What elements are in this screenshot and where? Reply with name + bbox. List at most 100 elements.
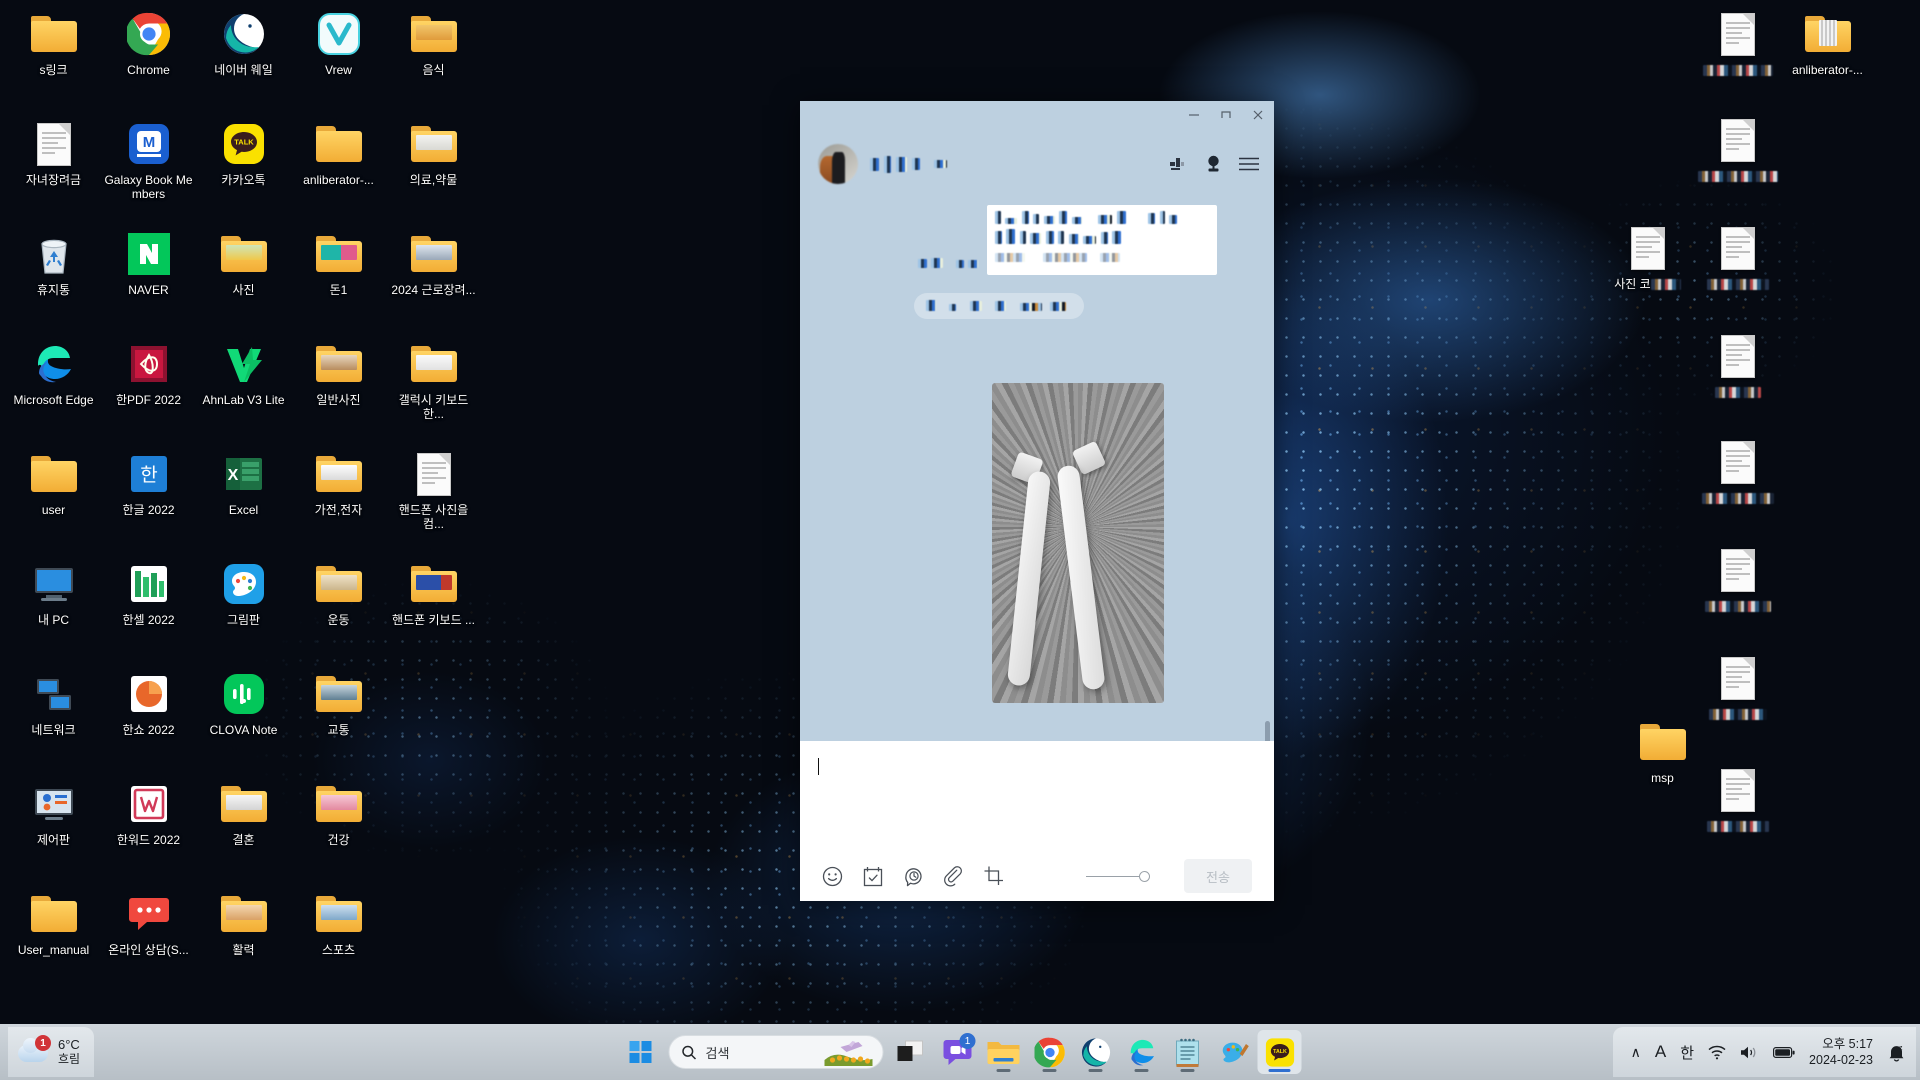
crop-icon[interactable] — [984, 866, 1004, 886]
desktop-icon-핸드폰 사진을 컴...[interactable]: 핸드폰 사진을 컴... — [386, 444, 481, 554]
desktop-icon-활력[interactable]: 활력 — [196, 884, 291, 994]
taskbar-running-indicator — [997, 1069, 1011, 1072]
desktop-icon-redacted-5[interactable] — [1690, 218, 1785, 291]
weather-widget[interactable]: 1 6°C 흐림 — [8, 1027, 94, 1077]
desktop-icon-휴지통[interactable]: 휴지통 — [6, 224, 101, 334]
close-button[interactable] — [1242, 101, 1274, 129]
taskbar-app-chat-teams[interactable]: 1 — [936, 1030, 980, 1074]
taskbar-app-task-view[interactable] — [890, 1030, 934, 1074]
desktop-icon-redacted-7[interactable] — [1690, 326, 1785, 399]
message-composer[interactable]: 전송 — [800, 741, 1274, 901]
desktop-icon-건강[interactable]: 건강 — [291, 774, 386, 884]
taskbar-app-edge[interactable] — [1120, 1030, 1164, 1074]
desktop-icon-가전,전자[interactable]: 가전,전자 — [291, 444, 386, 554]
battery-icon[interactable] — [1773, 1046, 1795, 1059]
taskbar-app-kakaotalk[interactable]: TALK — [1258, 1030, 1302, 1074]
kakaotalk-window[interactable]: ↳ — [800, 101, 1274, 901]
chat-scrollbar[interactable] — [1265, 721, 1270, 741]
desktop-icon-자녀장려금[interactable]: 자녀장려금 — [6, 114, 101, 224]
desktop-icon-교통[interactable]: 교통 — [291, 664, 386, 774]
ime-language-icon[interactable]: 한 — [1680, 1042, 1694, 1063]
notification-bell-icon[interactable]: z — [1887, 1043, 1906, 1062]
message-input[interactable] — [800, 741, 1274, 851]
chat-message-list[interactable]: ↳ — [800, 193, 1274, 741]
desktop-icon-redacted-13[interactable] — [1690, 648, 1785, 721]
desktop-icon-한쇼 2022[interactable]: 한쇼 2022 — [101, 664, 196, 774]
message-image-cables[interactable] — [992, 383, 1164, 703]
clock[interactable]: 오후 5:17 2024-02-23 — [1809, 1036, 1873, 1068]
desktop-icon-제어판[interactable]: 제어판 — [6, 774, 101, 884]
desktop-icon-네이버 웨일[interactable]: 네이버 웨일 — [196, 4, 291, 114]
desktop-icon-redacted-15[interactable] — [1690, 760, 1785, 833]
tray-expand-chevron-icon[interactable]: ∧ — [1631, 1044, 1641, 1061]
avatar[interactable] — [818, 144, 858, 184]
desktop-icon-사진[interactable]: 사진 — [196, 224, 291, 334]
font-size-slider[interactable] — [1086, 871, 1150, 882]
clock-icon[interactable] — [903, 866, 924, 887]
taskbar-app-paint[interactable] — [1212, 1030, 1256, 1074]
desktop-icon-한글 2022[interactable]: 한한글 2022 — [101, 444, 196, 554]
desktop-icon-스포츠[interactable]: 스포츠 — [291, 884, 386, 994]
volume-icon[interactable] — [1740, 1045, 1759, 1060]
desktop-icon-2024 근로장려...[interactable]: 2024 근로장려... — [386, 224, 481, 334]
document-icon — [30, 120, 78, 168]
add-member-icon[interactable] — [1170, 156, 1189, 173]
desktop-icon-핸드폰 키보드 ...[interactable]: 핸드폰 키보드 ... — [386, 554, 481, 664]
desktop-icon-User_manual[interactable]: User_manual — [6, 884, 101, 994]
desktop-icon-anliberator-...[interactable]: anliberator-... — [1780, 4, 1875, 77]
desktop-icon-NAVER[interactable]: NAVER — [101, 224, 196, 334]
emoji-icon[interactable] — [822, 866, 843, 887]
desktop-icon-네트워크[interactable]: 네트워크 — [6, 664, 101, 774]
desktop-icon-AhnLab V3 Lite[interactable]: AhnLab V3 Lite — [196, 334, 291, 444]
desktop-icon-온라인 상담(S...[interactable]: 온라인 상담(S... — [101, 884, 196, 994]
taskbar-app-notepad[interactable] — [1166, 1030, 1210, 1074]
desktop-icon-Chrome[interactable]: Chrome — [101, 4, 196, 114]
attachment-icon[interactable] — [944, 866, 964, 887]
desktop-icon-운동[interactable]: 운동 — [291, 554, 386, 664]
desktop-icon-CLOVA Note[interactable]: CLOVA Note — [196, 664, 291, 774]
desktop-icon-결혼[interactable]: 결혼 — [196, 774, 291, 884]
taskbar-app-naver-whale[interactable] — [1074, 1030, 1118, 1074]
desktop-icon-Excel[interactable]: XExcel — [196, 444, 291, 554]
desktop-icon-일반사진[interactable]: 일반사진 — [291, 334, 386, 444]
desktop-icon-한PDF 2022[interactable]: 한PDF 2022 — [101, 334, 196, 444]
maximize-button[interactable] — [1210, 101, 1242, 129]
desktop-icon-redacted-2[interactable] — [1690, 110, 1785, 183]
folder-icon — [315, 230, 363, 278]
pin-icon[interactable] — [1205, 155, 1222, 173]
desktop-icon-Microsoft Edge[interactable]: Microsoft Edge — [6, 334, 101, 444]
desktop-icon-의료,약물[interactable]: 의료,약물 — [386, 114, 481, 224]
search-input[interactable]: 검색 — [669, 1035, 884, 1069]
wifi-icon[interactable] — [1708, 1045, 1726, 1060]
send-button[interactable]: 전송 — [1184, 859, 1252, 893]
desktop-icon-redacted-11[interactable] — [1690, 540, 1785, 613]
desktop-icon-돈1[interactable]: 돈1 — [291, 224, 386, 334]
desktop[interactable]: s링크Chrome네이버 웨일Vrew음식자녀장려금MGalaxy Book M… — [0, 0, 1920, 1080]
desktop-icon-user[interactable]: user — [6, 444, 101, 554]
desktop-icon-Galaxy Book Members[interactable]: MGalaxy Book Members — [101, 114, 196, 224]
desktop-icon-s링크[interactable]: s링크 — [6, 4, 101, 114]
hamburger-menu-icon[interactable] — [1238, 156, 1260, 172]
ime-mode-icon[interactable]: A — [1655, 1042, 1666, 1062]
slider-knob[interactable] — [1139, 871, 1150, 882]
taskbar[interactable]: 1 6°C 흐림 검색 — [0, 1024, 1920, 1080]
desktop-icon-한셀 2022[interactable]: 한셀 2022 — [101, 554, 196, 664]
start-button[interactable] — [619, 1030, 663, 1074]
desktop-icon-내 PC[interactable]: 내 PC — [6, 554, 101, 664]
taskbar-app-chrome[interactable] — [1028, 1030, 1072, 1074]
desktop-icon-Vrew[interactable]: Vrew — [291, 4, 386, 114]
desktop-icon-한워드 2022[interactable]: 한워드 2022 — [101, 774, 196, 884]
desktop-icon-그림판[interactable]: 그림판 — [196, 554, 291, 664]
message-bubble-redacted[interactable] — [987, 205, 1217, 275]
minimize-button[interactable] — [1178, 101, 1210, 129]
desktop-icon-음식[interactable]: 음식 — [386, 4, 481, 114]
desktop-icon-anliberator-...[interactable]: anliberator-... — [291, 114, 386, 224]
desktop-icon-redacted-0[interactable] — [1690, 4, 1785, 77]
calendar-icon[interactable] — [863, 866, 883, 887]
desktop-icon-갤럭시 키보드 한...[interactable]: 갤럭시 키보드 한... — [386, 334, 481, 444]
desktop-icon-카카오톡[interactable]: TALK카카오톡 — [196, 114, 291, 224]
taskbar-app-file-explorer[interactable] — [982, 1030, 1026, 1074]
desktop-icon-redacted-9[interactable] — [1690, 432, 1785, 505]
window-titlebar[interactable] — [800, 101, 1274, 135]
desktop-icon-사진 코[interactable]: 사진 코 — [1600, 218, 1695, 291]
